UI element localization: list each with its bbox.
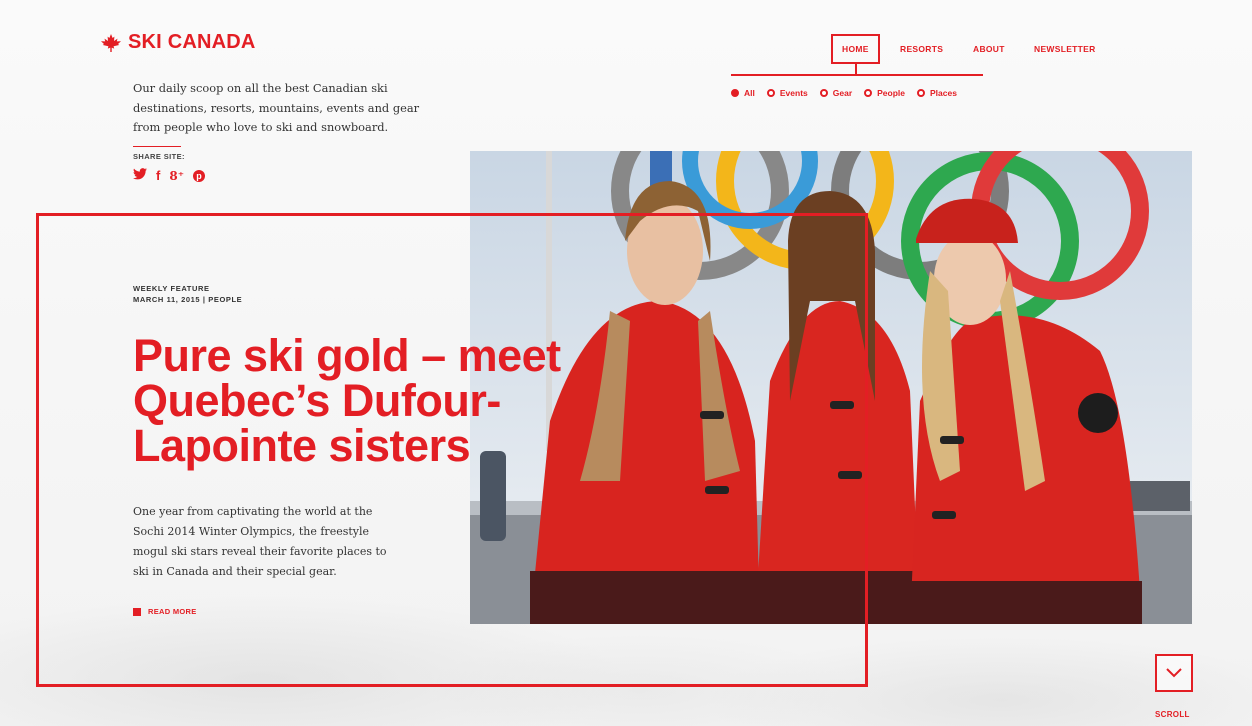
headline-line: Lapointe sisters	[133, 420, 471, 471]
filter-all[interactable]: All	[731, 88, 755, 98]
filter-label: All	[744, 88, 755, 98]
nav-item-resorts[interactable]: RESORTS	[900, 34, 943, 64]
filter-label: Places	[930, 88, 957, 98]
filter-people[interactable]: People	[864, 88, 905, 98]
read-more-label: READ MORE	[148, 607, 197, 616]
radio-icon	[864, 89, 873, 97]
headline-line: Pure ski gold – meet	[133, 330, 561, 381]
radio-icon	[917, 89, 925, 97]
main-nav: HOME RESORTS ABOUT NEWSLETTER	[0, 34, 1252, 64]
feature-headline[interactable]: Pure ski gold – meet Quebec’s Dufour- La…	[133, 333, 653, 468]
twitter-icon[interactable]	[133, 168, 147, 183]
headline-line: Quebec’s Dufour-	[133, 375, 501, 426]
filter-places[interactable]: Places	[917, 88, 957, 98]
feature-meta: WEEKLY FEATURE MARCH 11, 2015 | PEOPLE	[133, 283, 242, 305]
pinterest-icon[interactable]: p	[193, 169, 206, 182]
filter-events[interactable]: Events	[766, 88, 808, 98]
radio-icon	[819, 89, 828, 97]
facebook-icon[interactable]: f	[156, 168, 160, 183]
radio-selected-icon	[731, 89, 739, 97]
filter-gear[interactable]: Gear	[819, 88, 853, 98]
category-filters: All Events Gear People Places	[731, 88, 957, 98]
filter-label: Events	[779, 88, 808, 98]
scroll-label: SCROLL	[1155, 710, 1190, 719]
share-label: SHARE SITE:	[133, 152, 185, 161]
square-bullet-icon	[133, 607, 141, 616]
nav-connector	[855, 64, 857, 74]
share-icons: f 8⁺ p	[133, 168, 206, 183]
radio-icon	[766, 89, 775, 97]
chevron-down-icon	[1166, 668, 1182, 678]
feature-excerpt: One year from captivating the world at t…	[133, 505, 387, 578]
read-more-link[interactable]: READ MORE	[133, 607, 197, 616]
site-tagline: Our daily scoop on all the best Canadian…	[133, 81, 420, 134]
filter-label: People	[877, 88, 905, 98]
nav-item-about[interactable]: ABOUT	[973, 34, 1005, 64]
nav-underline	[731, 74, 983, 76]
scroll-button[interactable]	[1155, 654, 1193, 692]
google-plus-icon[interactable]: 8⁺	[169, 169, 184, 183]
filter-label: Gear	[832, 88, 853, 98]
feature-dateline: MARCH 11, 2015 | PEOPLE	[133, 295, 243, 304]
share-divider	[133, 146, 181, 147]
nav-item-home[interactable]: HOME	[831, 34, 880, 64]
feature-kicker: WEEKLY FEATURE	[133, 284, 210, 293]
nav-item-newsletter[interactable]: NEWSLETTER	[1034, 34, 1096, 64]
